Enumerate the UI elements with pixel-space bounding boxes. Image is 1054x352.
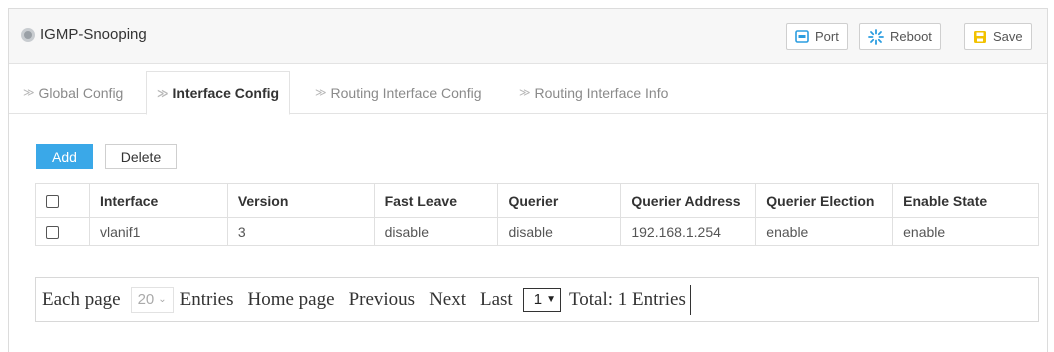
previous-link[interactable]: Previous: [349, 289, 416, 311]
last-link[interactable]: Last: [480, 289, 513, 311]
table-cell: disable: [497, 217, 622, 246]
add-button[interactable]: Add: [36, 144, 93, 169]
panel-header: IGMP-Snooping Port Reboot Save: [9, 9, 1047, 64]
port-button-label: Port: [815, 29, 839, 44]
pagination-bar: Each page 20 ⌄ Entries Home page Previou…: [35, 277, 1039, 322]
reboot-button[interactable]: Reboot: [859, 23, 941, 50]
tab-routing-interface-config[interactable]: ≫ Routing Interface Config: [315, 71, 482, 114]
next-link[interactable]: Next: [429, 289, 466, 311]
save-button[interactable]: Save: [964, 23, 1032, 50]
chevron-right-icon: ≫: [157, 87, 169, 100]
table-row[interactable]: vlanif1 3 disable disable 192.168.1.254 …: [35, 217, 1039, 246]
table-cell: 192.168.1.254: [620, 217, 757, 246]
tab-label: Routing Interface Config: [330, 84, 482, 101]
table-cell: enable: [892, 217, 1039, 246]
status-dot-icon: [21, 28, 35, 42]
chevron-right-icon: ≫: [315, 87, 327, 99]
igmp-snooping-panel: IGMP-Snooping Port Reboot Save ≫ Global …: [8, 8, 1048, 352]
chevron-right-icon: ≫: [519, 87, 531, 99]
chevron-right-icon: ≫: [23, 87, 35, 99]
tab-label: Global Config: [38, 84, 124, 101]
table-cell: vlanif1: [88, 217, 228, 246]
column-header: Version: [226, 183, 375, 218]
tab-routing-interface-info[interactable]: ≫ Routing Interface Info: [519, 71, 668, 114]
column-header: Enable State: [892, 183, 1039, 218]
select-all-checkbox[interactable]: [46, 195, 59, 209]
table-header-row: Interface Version Fast Leave Querier Que…: [35, 183, 1039, 218]
save-button-label: Save: [993, 29, 1023, 44]
delete-button[interactable]: Delete: [105, 144, 177, 169]
column-header: Interface: [88, 183, 228, 218]
tab-bar: ≫ Global Config ≫ Interface Config ≫ Rou…: [9, 71, 1047, 115]
reboot-icon: [868, 28, 884, 45]
interface-table: Interface Version Fast Leave Querier Que…: [35, 183, 1039, 246]
page-number-value: 1: [533, 291, 543, 308]
save-icon: [974, 30, 986, 43]
port-button[interactable]: Port: [786, 23, 848, 50]
page-title: IGMP-Snooping: [40, 26, 147, 43]
table-cell: enable: [755, 217, 894, 246]
tab-label: Routing Interface Info: [534, 84, 669, 101]
tab-label: Interface Config: [172, 85, 280, 101]
reboot-button-label: Reboot: [890, 29, 932, 44]
chevron-down-icon: ⌄: [158, 294, 167, 305]
table-cell: disable: [373, 217, 499, 246]
tab-global-config[interactable]: ≫ Global Config: [23, 71, 123, 114]
text-cursor: [689, 284, 691, 315]
page-size-value: 20: [137, 291, 155, 308]
tab-interface-config[interactable]: ≫ Interface Config: [146, 71, 291, 115]
row-checkbox[interactable]: [46, 226, 59, 240]
port-icon: [795, 30, 809, 43]
chevron-down-icon: ▼: [546, 294, 556, 305]
each-page-label: Each page: [42, 288, 121, 310]
entries-label: Entries: [179, 288, 234, 310]
total-entries-label: Total: 1 Entries: [568, 288, 686, 310]
row-select-cell: [35, 217, 90, 246]
page-number-select[interactable]: 1 ▼: [522, 287, 561, 312]
page-size-select[interactable]: 20 ⌄: [130, 286, 174, 313]
column-header: Querier Address: [620, 183, 757, 218]
table-cell: 3: [226, 217, 375, 246]
select-all-cell: [35, 183, 90, 218]
column-header: Querier Election: [755, 183, 894, 218]
column-header: Querier: [497, 183, 622, 218]
column-header: Fast Leave: [373, 183, 499, 218]
home-page-link[interactable]: Home page: [248, 289, 335, 311]
